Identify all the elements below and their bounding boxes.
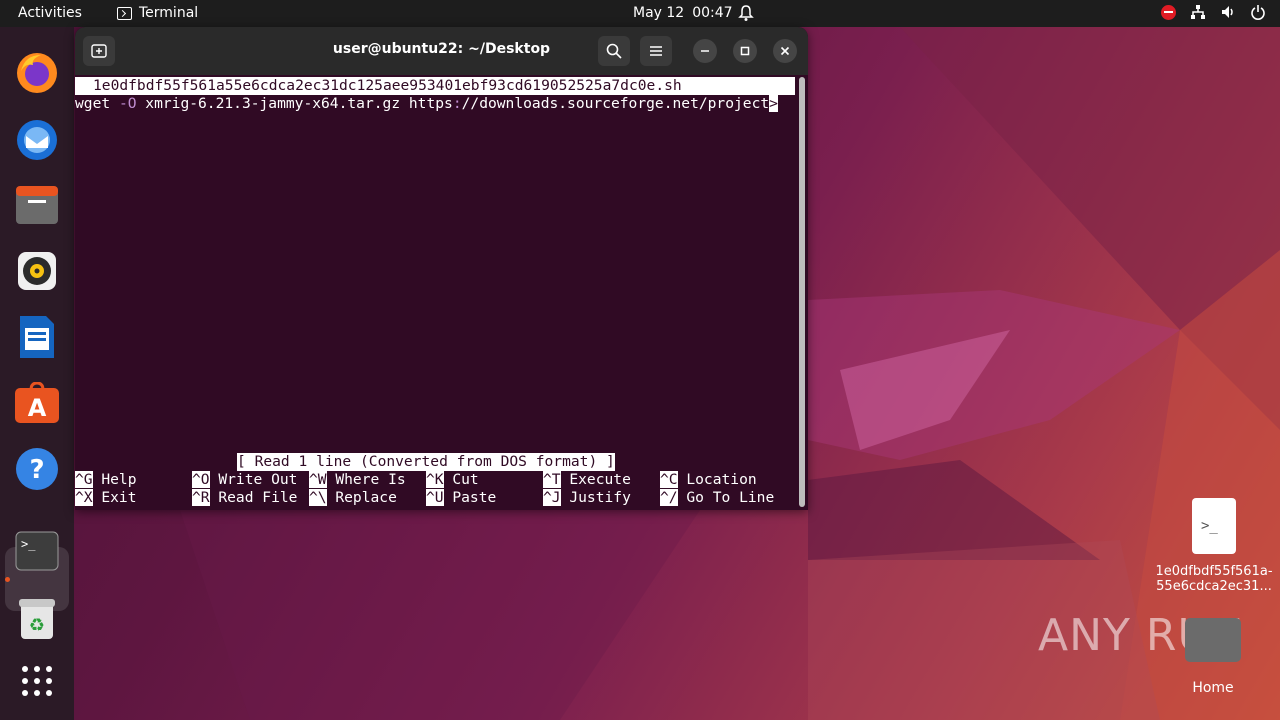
terminal-icon[interactable]: >_: [13, 527, 61, 575]
clock-time: 00:47: [692, 5, 733, 21]
shortcut-execute: ^T Execute: [543, 471, 631, 488]
show-apps-icon[interactable]: [13, 657, 61, 705]
volume-icon: [1222, 6, 1233, 18]
power-icon: [1251, 5, 1265, 20]
dock-running-indicator: [5, 577, 10, 582]
svg-text:>_: >_: [21, 537, 36, 551]
desktop-home-folder[interactable]: Home: [1180, 618, 1246, 696]
cmd-colon: :: [452, 95, 462, 112]
maximize-icon: [740, 46, 750, 56]
shortcut-justify: ^J Justify: [543, 489, 631, 506]
search-icon: [606, 43, 622, 59]
shortcut-help: ^G Help: [75, 471, 137, 488]
writer-icon[interactable]: [13, 313, 61, 361]
dock: A ? >_ ♻: [0, 27, 74, 720]
shortcut-go-to-line: ^/ Go To Line: [660, 489, 775, 506]
firefox-icon[interactable]: [13, 49, 61, 97]
activities-button[interactable]: Activities: [18, 5, 82, 21]
clock-date: May 12: [633, 5, 685, 21]
shortcut-location: ^C Location: [660, 471, 757, 488]
home-label: Home: [1192, 680, 1234, 696]
terminal-small-icon: [117, 6, 132, 20]
cmd-flag: -O: [118, 95, 137, 112]
search-button[interactable]: [598, 36, 630, 66]
home-folder-icon: [1185, 618, 1241, 662]
maximize-button[interactable]: [733, 39, 757, 63]
bell-icon: [738, 5, 754, 21]
cmd-text-part3: //downloads.sourceforge.net/project: [461, 95, 770, 112]
app-menu[interactable]: Terminal: [117, 5, 198, 21]
trash-icon[interactable]: ♻: [13, 595, 61, 643]
hamburger-icon: [650, 46, 662, 56]
help-icon[interactable]: ?: [13, 445, 61, 493]
app-name: Terminal: [139, 5, 199, 21]
terminal-header-bar[interactable]: user@ubuntu22: ~/Desktop: [75, 27, 808, 75]
clock[interactable]: May 12 00:47: [633, 5, 733, 21]
cmd-text-part2: xmrig-6.21.3-jammy-x64.tar.gz https: [136, 95, 453, 112]
nano-status-message: [ Read 1 line (Converted from DOS format…: [237, 453, 615, 471]
close-icon: [780, 46, 790, 56]
menu-button[interactable]: [640, 36, 672, 66]
terminal-window[interactable]: user@ubuntu22: ~/Desktop 1e0dfbdf55f561a…: [75, 27, 808, 510]
shortcut-cut: ^K Cut: [426, 471, 479, 488]
minimize-button[interactable]: [693, 39, 717, 63]
app-center-icon[interactable]: A: [13, 379, 61, 427]
script-file-icon: >_: [1192, 498, 1236, 554]
desktop-file-script[interactable]: >_ 1e0dfbdf55f561a- 55e6cdca2ec31...: [1150, 498, 1278, 594]
network-icon: [1191, 5, 1205, 19]
shortcut-write-out: ^O Write Out: [192, 471, 298, 488]
shortcut-read-file: ^R Read File: [192, 489, 298, 506]
rhythmbox-icon[interactable]: [13, 247, 61, 295]
close-button[interactable]: [773, 39, 797, 63]
shortcut-replace: ^\ Replace: [309, 489, 397, 506]
editor-text-line[interactable]: wget -O xmrig-6.21.3-jammy-x64.tar.gz ht…: [75, 95, 795, 113]
shortcut-where-is: ^W Where Is: [309, 471, 406, 488]
terminal-content[interactable]: 1e0dfbdf55f561a55e6cdca2ec31dc125aee9534…: [75, 75, 808, 510]
svg-text:A: A: [28, 394, 47, 422]
minimize-icon: [701, 50, 709, 52]
top-bar: Activities Terminal May 12 00:47: [0, 0, 1280, 27]
svg-text:♻: ♻: [29, 615, 45, 636]
do-not-disturb-icon: [1161, 4, 1176, 20]
cmd-text-part1: wget: [75, 95, 119, 112]
svg-text:?: ?: [29, 455, 44, 485]
nano-filename-bar: 1e0dfbdf55f561a55e6cdca2ec31dc125aee9534…: [75, 77, 795, 95]
shortcut-paste: ^U Paste: [426, 489, 497, 506]
terminal-scrollbar[interactable]: [799, 77, 805, 507]
system-tray[interactable]: [1161, 4, 1266, 20]
thunderbird-icon[interactable]: [13, 115, 61, 163]
desktop-file-label-line1: 1e0dfbdf55f561a-: [1155, 564, 1273, 579]
shortcut-exit: ^X Exit: [75, 489, 137, 506]
desktop-file-label-line2: 55e6cdca2ec31...: [1156, 579, 1272, 594]
line-continues-marker: >: [769, 95, 778, 112]
files-icon[interactable]: [13, 181, 61, 229]
